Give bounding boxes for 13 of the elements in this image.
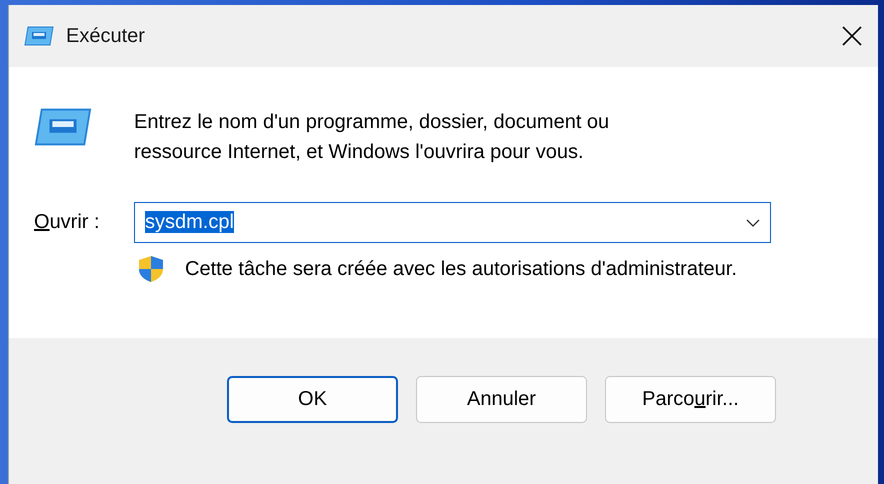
caret-icon[interactable] [746, 218, 760, 226]
admin-note: Cette tâche sera créée avec les autorisations d'administrateur. [185, 258, 737, 280]
run-icon [24, 26, 54, 46]
run-icon [34, 107, 92, 147]
close-icon[interactable] [842, 26, 862, 46]
instruction-text: Entrez le nom d'un programme, dossier, document ou ressource Internet, et Windows l'ouvrira pour vous. [134, 110, 610, 165]
dialog-button[interactable]: OK [227, 376, 398, 423]
dialog-button[interactable]: Annuler [416, 376, 587, 423]
field-label: Ouvrir : [34, 211, 101, 234]
open-combobox[interactable]: sysdm.cpl [134, 202, 771, 243]
shield-icon [137, 255, 165, 283]
dialog-button[interactable]: Parcourir... [605, 376, 776, 423]
window-title: Exécuter [66, 24, 146, 48]
